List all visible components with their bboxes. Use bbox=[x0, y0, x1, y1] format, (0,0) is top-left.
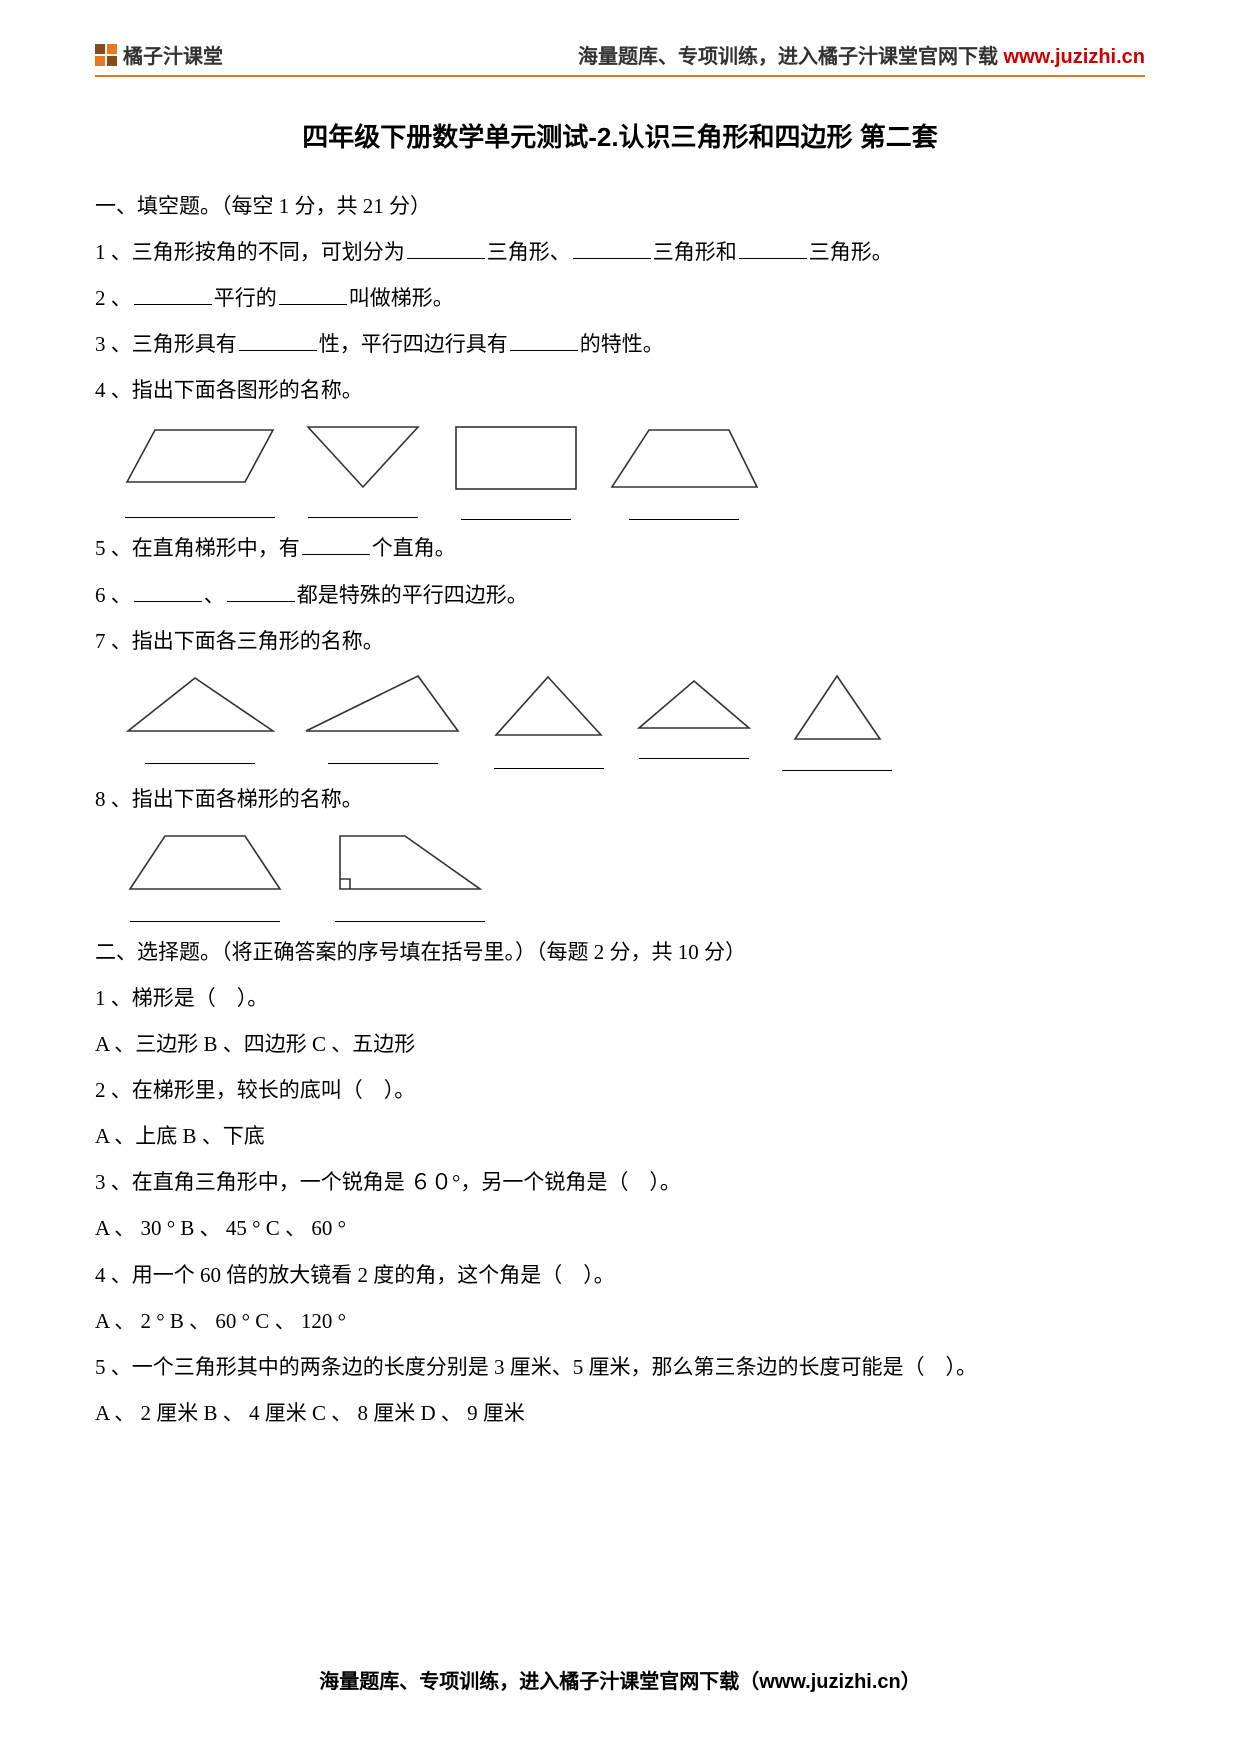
brand-logo: 橘子汁课堂 bbox=[95, 40, 223, 69]
blank[interactable] bbox=[239, 329, 317, 351]
q1-text-b: 三角形、 bbox=[487, 240, 571, 264]
obtuse-triangle-icon bbox=[303, 673, 463, 738]
q3-text-c: 的特性。 bbox=[580, 332, 664, 356]
answer-line[interactable] bbox=[125, 516, 275, 518]
q1-text-c: 三角形和 bbox=[653, 240, 737, 264]
page-header: 橘子汁课堂 海量题库、专项训练，进入橘子汁课堂官网下载 www.juzizhi.… bbox=[95, 40, 1145, 77]
q2-text-b: 平行的 bbox=[214, 286, 277, 310]
blank[interactable] bbox=[510, 329, 578, 351]
s2-q2-options: A 、上底 B 、下底 bbox=[95, 1114, 1145, 1158]
right-trapezoid-icon bbox=[335, 831, 485, 896]
page-title: 四年级下册数学单元测试-2.认识三角形和四边形 第二套 bbox=[95, 117, 1145, 154]
q2-text-a: 2 、 bbox=[95, 286, 132, 310]
section-2-heading: 二、选择题。（将正确答案的序号填在括号里。）（每题 2 分，共 10 分） bbox=[95, 930, 1145, 974]
footer-domain: www.juzizhi.cn bbox=[759, 1671, 900, 1693]
content-body: 一、填空题。（每空 1 分，共 21 分） 1 、三角形按角的不同，可划分为 三角… bbox=[95, 184, 1145, 1435]
blank[interactable] bbox=[302, 533, 370, 555]
answer-line[interactable] bbox=[328, 762, 438, 764]
page-footer: 海量题库、专项训练，进入橘子汁课堂官网下载（www.juzizhi.cn） bbox=[0, 1665, 1240, 1694]
q2-text-c: 叫做梯形。 bbox=[349, 286, 454, 310]
answer-line[interactable] bbox=[335, 920, 485, 922]
answer-line[interactable] bbox=[639, 757, 749, 759]
parallelogram-icon bbox=[125, 422, 275, 492]
brand-name: 橘子汁课堂 bbox=[123, 40, 223, 69]
isosceles-triangle-icon bbox=[790, 673, 885, 745]
s2-q3-options: A 、 30 ° B 、 45 ° C 、 60 ° bbox=[95, 1206, 1145, 1250]
s2-q3: 3 、在直角三角形中，一个锐角是 ６０°，另一个锐角是（ ）。 bbox=[95, 1160, 1145, 1204]
s2-q5-options: A 、 2 厘米 B 、 4 厘米 C 、 8 厘米 D 、 9 厘米 bbox=[95, 1391, 1145, 1435]
isosceles-trapezoid-icon bbox=[125, 831, 285, 896]
blank[interactable] bbox=[134, 580, 202, 602]
logo-icon bbox=[95, 44, 117, 66]
flat-triangle-icon bbox=[634, 673, 754, 733]
answer-line[interactable] bbox=[782, 769, 892, 771]
blank[interactable] bbox=[134, 283, 212, 305]
q8-shapes bbox=[125, 831, 1145, 922]
trapezoid-icon bbox=[609, 422, 759, 494]
rectangle-icon bbox=[451, 422, 581, 494]
s2-q1-options: A 、三边形 B 、四边形 C 、五边形 bbox=[95, 1022, 1145, 1066]
s2-q5: 5 、一个三角形其中的两条边的长度分别是 3 厘米、5 厘米，那么第三条边的长度… bbox=[95, 1345, 1145, 1389]
q3: 3 、三角形具有 性，平行四边行具有 的特性。 bbox=[95, 322, 1145, 366]
answer-line[interactable] bbox=[461, 518, 571, 520]
triangle-down-icon bbox=[303, 422, 423, 492]
s2-q2: 2 、在梯形里，较长的底叫（ ）。 bbox=[95, 1068, 1145, 1112]
s2-q4: 4 、用一个 60 倍的放大镜看 2 度的角，这个角是（ ）。 bbox=[95, 1253, 1145, 1297]
section-1-heading: 一、填空题。（每空 1 分，共 21 分） bbox=[95, 184, 1145, 228]
acute-triangle-icon bbox=[491, 673, 606, 743]
footer-text-a: 海量题库、专项训练，进入橘子汁课堂官网下载（ bbox=[319, 1671, 759, 1693]
q8: 8 、指出下面各梯形的名称。 bbox=[95, 777, 1145, 821]
q6-text-b: 、 bbox=[204, 583, 225, 607]
tagline-text: 海量题库、专项训练，进入橘子汁课堂官网下载 bbox=[578, 46, 1004, 68]
q4: 4 、指出下面各图形的名称。 bbox=[95, 368, 1145, 412]
obtuse-triangle-icon bbox=[125, 673, 275, 738]
q3-text-b: 性，平行四边行具有 bbox=[319, 332, 508, 356]
q3-text-a: 3 、三角形具有 bbox=[95, 332, 237, 356]
answer-line[interactable] bbox=[145, 762, 255, 764]
answer-line[interactable] bbox=[308, 516, 418, 518]
q7-shapes bbox=[125, 673, 1145, 771]
q6-text-c: 都是特殊的平行四边形。 bbox=[297, 583, 528, 607]
blank[interactable] bbox=[279, 283, 347, 305]
q7: 7 、指出下面各三角形的名称。 bbox=[95, 619, 1145, 663]
answer-line[interactable] bbox=[130, 920, 280, 922]
q1-text-a: 1 、三角形按角的不同，可划分为 bbox=[95, 240, 405, 264]
footer-text-c: ） bbox=[901, 1671, 921, 1693]
q1-text-d: 三角形。 bbox=[809, 240, 893, 264]
blank[interactable] bbox=[573, 237, 651, 259]
q5-text-a: 5 、在直角梯形中，有 bbox=[95, 536, 300, 560]
answer-line[interactable] bbox=[629, 518, 739, 520]
blank[interactable] bbox=[739, 237, 807, 259]
blank[interactable] bbox=[227, 580, 295, 602]
q5-text-b: 个直角。 bbox=[372, 536, 456, 560]
q6: 6 、 、 都是特殊的平行四边形。 bbox=[95, 573, 1145, 617]
s2-q4-options: A 、 2 ° B 、 60 ° C 、 120 ° bbox=[95, 1299, 1145, 1343]
blank[interactable] bbox=[407, 237, 485, 259]
q2: 2 、 平行的 叫做梯形。 bbox=[95, 276, 1145, 320]
q5: 5 、在直角梯形中，有 个直角。 bbox=[95, 526, 1145, 570]
q1: 1 、三角形按角的不同，可划分为 三角形、 三角形和 三角形。 bbox=[95, 230, 1145, 274]
answer-line[interactable] bbox=[494, 767, 604, 769]
tagline-domain: www.juzizhi.cn bbox=[1004, 46, 1145, 68]
q6-text-a: 6 、 bbox=[95, 583, 132, 607]
s2-q1: 1 、梯形是（ ）。 bbox=[95, 976, 1145, 1020]
header-tagline: 海量题库、专项训练，进入橘子汁课堂官网下载 www.juzizhi.cn bbox=[578, 40, 1145, 69]
q4-shapes bbox=[125, 422, 1145, 520]
